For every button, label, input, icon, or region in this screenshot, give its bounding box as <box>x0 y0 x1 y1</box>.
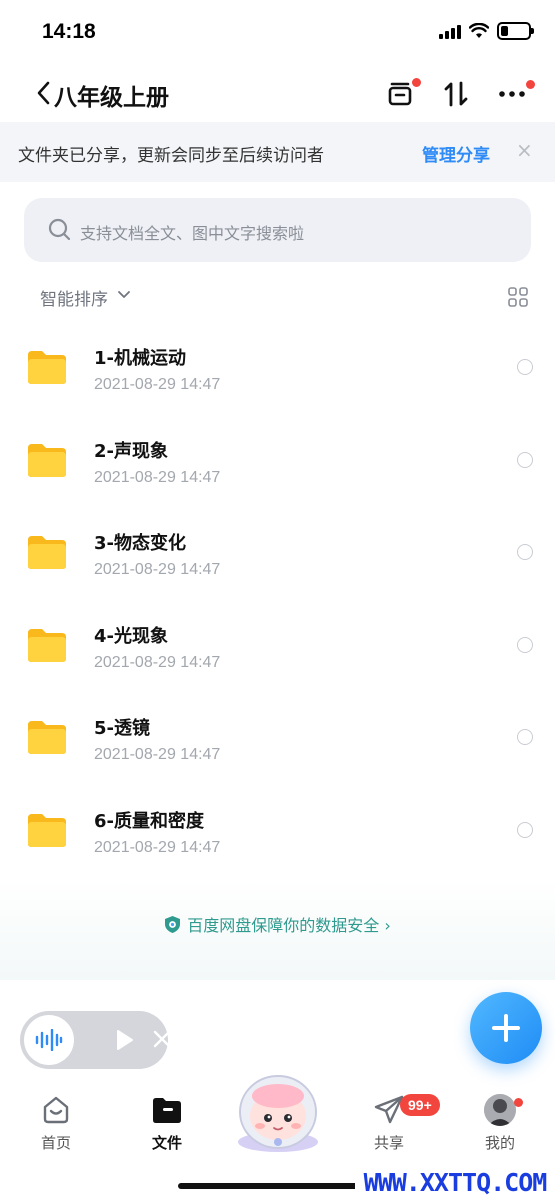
file-date: 2021-08-29 14:47 <box>94 468 221 486</box>
list-item[interactable]: 6-质量和密度 2021-08-29 14:47 <box>0 783 555 876</box>
audio-player[interactable] <box>20 1011 171 1069</box>
select-checkbox[interactable] <box>517 821 533 838</box>
select-checkbox[interactable] <box>517 636 533 653</box>
sort-dropdown[interactable]: 智能排序 <box>40 285 108 310</box>
sort-order-button[interactable] <box>438 76 474 112</box>
tab-files[interactable]: 文件 <box>127 1090 207 1153</box>
folder-icon <box>28 813 66 847</box>
battery-icon <box>497 22 534 40</box>
tab-home[interactable]: 首页 <box>16 1090 96 1153</box>
share-banner: 文件夹已分享，更新会同步至后续访问者 管理分享 × <box>0 122 555 182</box>
close-icon[interactable] <box>151 1028 173 1050</box>
search-input[interactable]: 支持文档全文、图中文字搜索啦 <box>24 198 531 262</box>
nav-bar: 八年级上册 <box>0 64 555 122</box>
tab-label: 我的 <box>484 1134 515 1152</box>
file-name: 2-声现象 <box>94 440 168 462</box>
add-button[interactable] <box>470 992 542 1064</box>
security-notice-area: 百度网盘保障你的数据安全 › <box>0 880 555 980</box>
inbox-icon <box>388 82 412 106</box>
select-checkbox[interactable] <box>517 359 533 375</box>
list-item[interactable]: 1-机械运动 2021-08-29 14:47 <box>0 320 555 413</box>
select-checkbox[interactable] <box>517 729 533 745</box>
file-name: 6-质量和密度 <box>94 810 204 832</box>
list-item[interactable]: 2-声现象 2021-08-29 14:47 <box>0 413 555 506</box>
file-name: 4-光现象 <box>94 625 168 647</box>
grid-view-icon[interactable] <box>508 287 528 307</box>
avatar-icon <box>484 1094 516 1126</box>
folder-icon <box>28 351 66 384</box>
security-link[interactable]: 百度网盘保障你的数据安全 › <box>0 912 555 936</box>
file-date: 2021-08-29 14:47 <box>94 838 221 856</box>
audio-wave-button[interactable] <box>24 1015 74 1065</box>
transfer-box-button[interactable] <box>382 76 421 112</box>
file-date: 2021-08-29 14:47 <box>94 376 221 393</box>
wifi-icon <box>469 23 489 38</box>
paper-plane-icon <box>374 1095 404 1124</box>
folder-icon <box>28 628 66 662</box>
file-list: 1-机械运动 2021-08-29 14:47 2-声现象 2021-08-29… <box>0 320 555 875</box>
tab-label: 首页 <box>40 1134 71 1152</box>
select-checkbox[interactable] <box>517 451 533 468</box>
file-name: 1-机械运动 <box>94 348 186 369</box>
plus-icon <box>492 1014 520 1042</box>
tab-label: 共享 <box>373 1134 404 1152</box>
list-item[interactable]: 3-物态变化 2021-08-29 14:47 <box>0 505 555 598</box>
page-title: 八年级上册 <box>54 85 169 111</box>
sound-wave-icon <box>35 1029 63 1051</box>
file-name: 5-透镜 <box>94 718 150 739</box>
manage-share-link[interactable]: 管理分享 <box>422 141 490 166</box>
list-item[interactable]: 5-透镜 2021-08-29 14:47 <box>0 690 555 783</box>
search-placeholder: 支持文档全文、图中文字搜索啦 <box>80 224 305 243</box>
cellular-signal-icon <box>439 23 461 39</box>
list-item[interactable]: 4-光现象 2021-08-29 14:47 <box>0 598 555 691</box>
file-date: 2021-08-29 14:47 <box>94 653 221 671</box>
notification-dot <box>526 80 535 89</box>
more-button[interactable] <box>494 76 535 112</box>
back-chevron-icon[interactable] <box>34 80 52 106</box>
search-icon <box>48 218 71 241</box>
status-bar: 14:18 <box>0 0 555 64</box>
folder-icon <box>153 1098 181 1123</box>
play-icon[interactable] <box>116 1029 134 1051</box>
home-icon <box>43 1096 69 1124</box>
sort-arrows-icon <box>444 81 468 107</box>
notification-dot <box>412 78 421 87</box>
folder-icon <box>28 443 66 477</box>
chevron-down-icon[interactable] <box>117 290 131 300</box>
shield-icon <box>165 916 181 933</box>
status-icons <box>439 22 534 40</box>
notification-dot <box>514 1098 523 1107</box>
home-indicator <box>178 1183 378 1189</box>
security-link-text: 百度网盘保障你的数据安全 › <box>187 916 391 935</box>
mascot-assistant-button[interactable] <box>230 1070 326 1154</box>
share-count-badge: 99+ <box>400 1094 440 1116</box>
file-name: 3-物态变化 <box>94 533 186 554</box>
file-date: 2021-08-29 14:47 <box>94 561 221 578</box>
folder-icon <box>28 536 66 569</box>
status-time: 14:18 <box>42 20 96 43</box>
sort-row: 智能排序 <box>0 282 555 312</box>
watermark: WWW.XXTTQ.COM <box>355 1165 555 1200</box>
more-dots-icon <box>499 91 525 97</box>
tab-label: 文件 <box>151 1134 182 1152</box>
tab-mine[interactable]: 我的 <box>460 1090 540 1153</box>
close-icon[interactable]: × <box>516 138 533 162</box>
share-banner-text: 文件夹已分享，更新会同步至后续访问者 <box>18 146 324 166</box>
select-checkbox[interactable] <box>517 544 533 560</box>
file-date: 2021-08-29 14:47 <box>94 746 221 763</box>
folder-icon <box>28 721 66 754</box>
